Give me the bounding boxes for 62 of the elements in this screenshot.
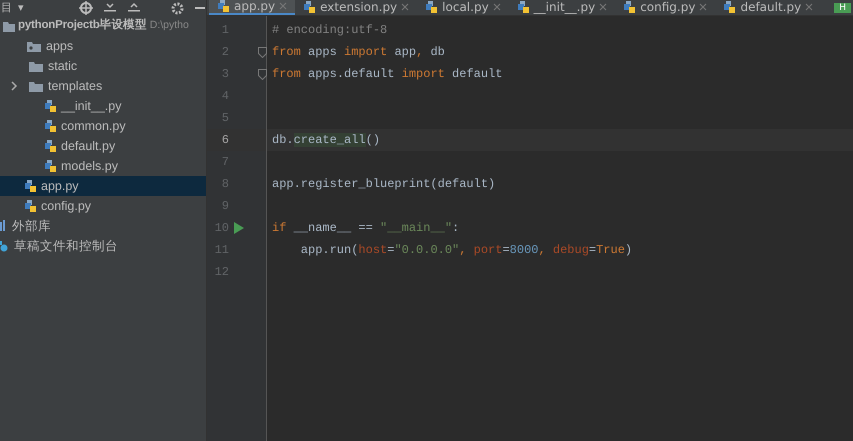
line-number: 6 <box>220 132 229 149</box>
run-icon[interactable] <box>234 222 244 234</box>
target-icon <box>78 1 92 15</box>
editor-tab[interactable]: app.py <box>209 0 296 15</box>
tree-item[interactable]: pythonProjectb毕设模型 D:\pytho <box>0 16 206 36</box>
close-icon <box>279 2 288 10</box>
editor-tab[interactable]: default.py <box>715 0 822 15</box>
package-folder-icon <box>26 40 42 52</box>
editor-tab[interactable]: local.py <box>417 0 509 15</box>
fold-icon[interactable] <box>258 46 267 58</box>
project-path: D:\pytho <box>150 18 189 34</box>
python-file-icon <box>44 99 57 113</box>
close-icon <box>492 3 501 11</box>
tree-item[interactable]: default.py <box>0 136 206 156</box>
code-line: from apps import app, db <box>272 44 445 61</box>
python-file-icon <box>516 0 530 14</box>
close-icon <box>599 3 608 11</box>
code-line: if __name__ == "__main__": <box>272 220 460 237</box>
inspection-badge[interactable]: H <box>834 2 851 12</box>
python-file-icon <box>44 119 57 133</box>
scratch-icon <box>0 240 10 252</box>
close-icon <box>401 3 410 11</box>
folder-icon <box>2 20 16 32</box>
tree-item[interactable]: static <box>0 56 206 76</box>
tree-item[interactable]: config.py <box>0 196 206 216</box>
python-file-icon <box>623 0 636 14</box>
python-file-icon <box>303 0 316 14</box>
python-file-icon <box>217 0 230 13</box>
tree-item[interactable]: models.py <box>0 156 206 176</box>
expand-icon <box>126 2 140 14</box>
editor-tab[interactable]: extension.py <box>295 0 418 15</box>
code-line: app.register_blueprint(default) <box>272 176 496 193</box>
settings-icon <box>171 2 184 14</box>
code-line: app.run(host="0.0.0.0", port=8000, debug=True) <box>300 242 632 259</box>
panel-title[interactable]: 目 <box>1 0 12 16</box>
python-file-icon <box>44 139 57 153</box>
editor-tab[interactable]: config.py <box>615 0 716 15</box>
code-line: # encoding:utf-8 <box>272 22 388 39</box>
fold-icon[interactable] <box>258 68 267 80</box>
tree-item[interactable]: templates <box>0 76 206 96</box>
python-file-icon <box>24 199 37 213</box>
folder-icon <box>28 80 44 92</box>
tree-item[interactable]: 草稿文件和控制台 <box>0 236 206 256</box>
dropdown-arrow[interactable]: ▾ <box>18 0 24 16</box>
editor-tab[interactable]: __init__.py <box>508 0 616 15</box>
code-line: db.create_all() <box>272 132 380 149</box>
close-icon <box>699 3 708 11</box>
chevron-icon[interactable] <box>10 81 18 91</box>
python-file-icon <box>24 179 37 193</box>
tree-item[interactable]: common.py <box>0 116 206 136</box>
folder-icon <box>28 60 44 72</box>
collapse-icon <box>102 2 116 14</box>
tree-item[interactable]: __init__.py <box>0 96 206 116</box>
library-icon <box>0 220 8 232</box>
tree-item[interactable]: app.py <box>0 176 206 196</box>
python-file-icon <box>425 0 438 14</box>
tree-item[interactable]: 外部库 <box>0 216 206 236</box>
python-file-icon <box>723 0 736 14</box>
close-icon <box>805 3 814 11</box>
python-file-icon <box>44 159 57 173</box>
tree-item[interactable]: apps <box>0 36 206 56</box>
code-line: from apps.default import default <box>272 66 502 83</box>
